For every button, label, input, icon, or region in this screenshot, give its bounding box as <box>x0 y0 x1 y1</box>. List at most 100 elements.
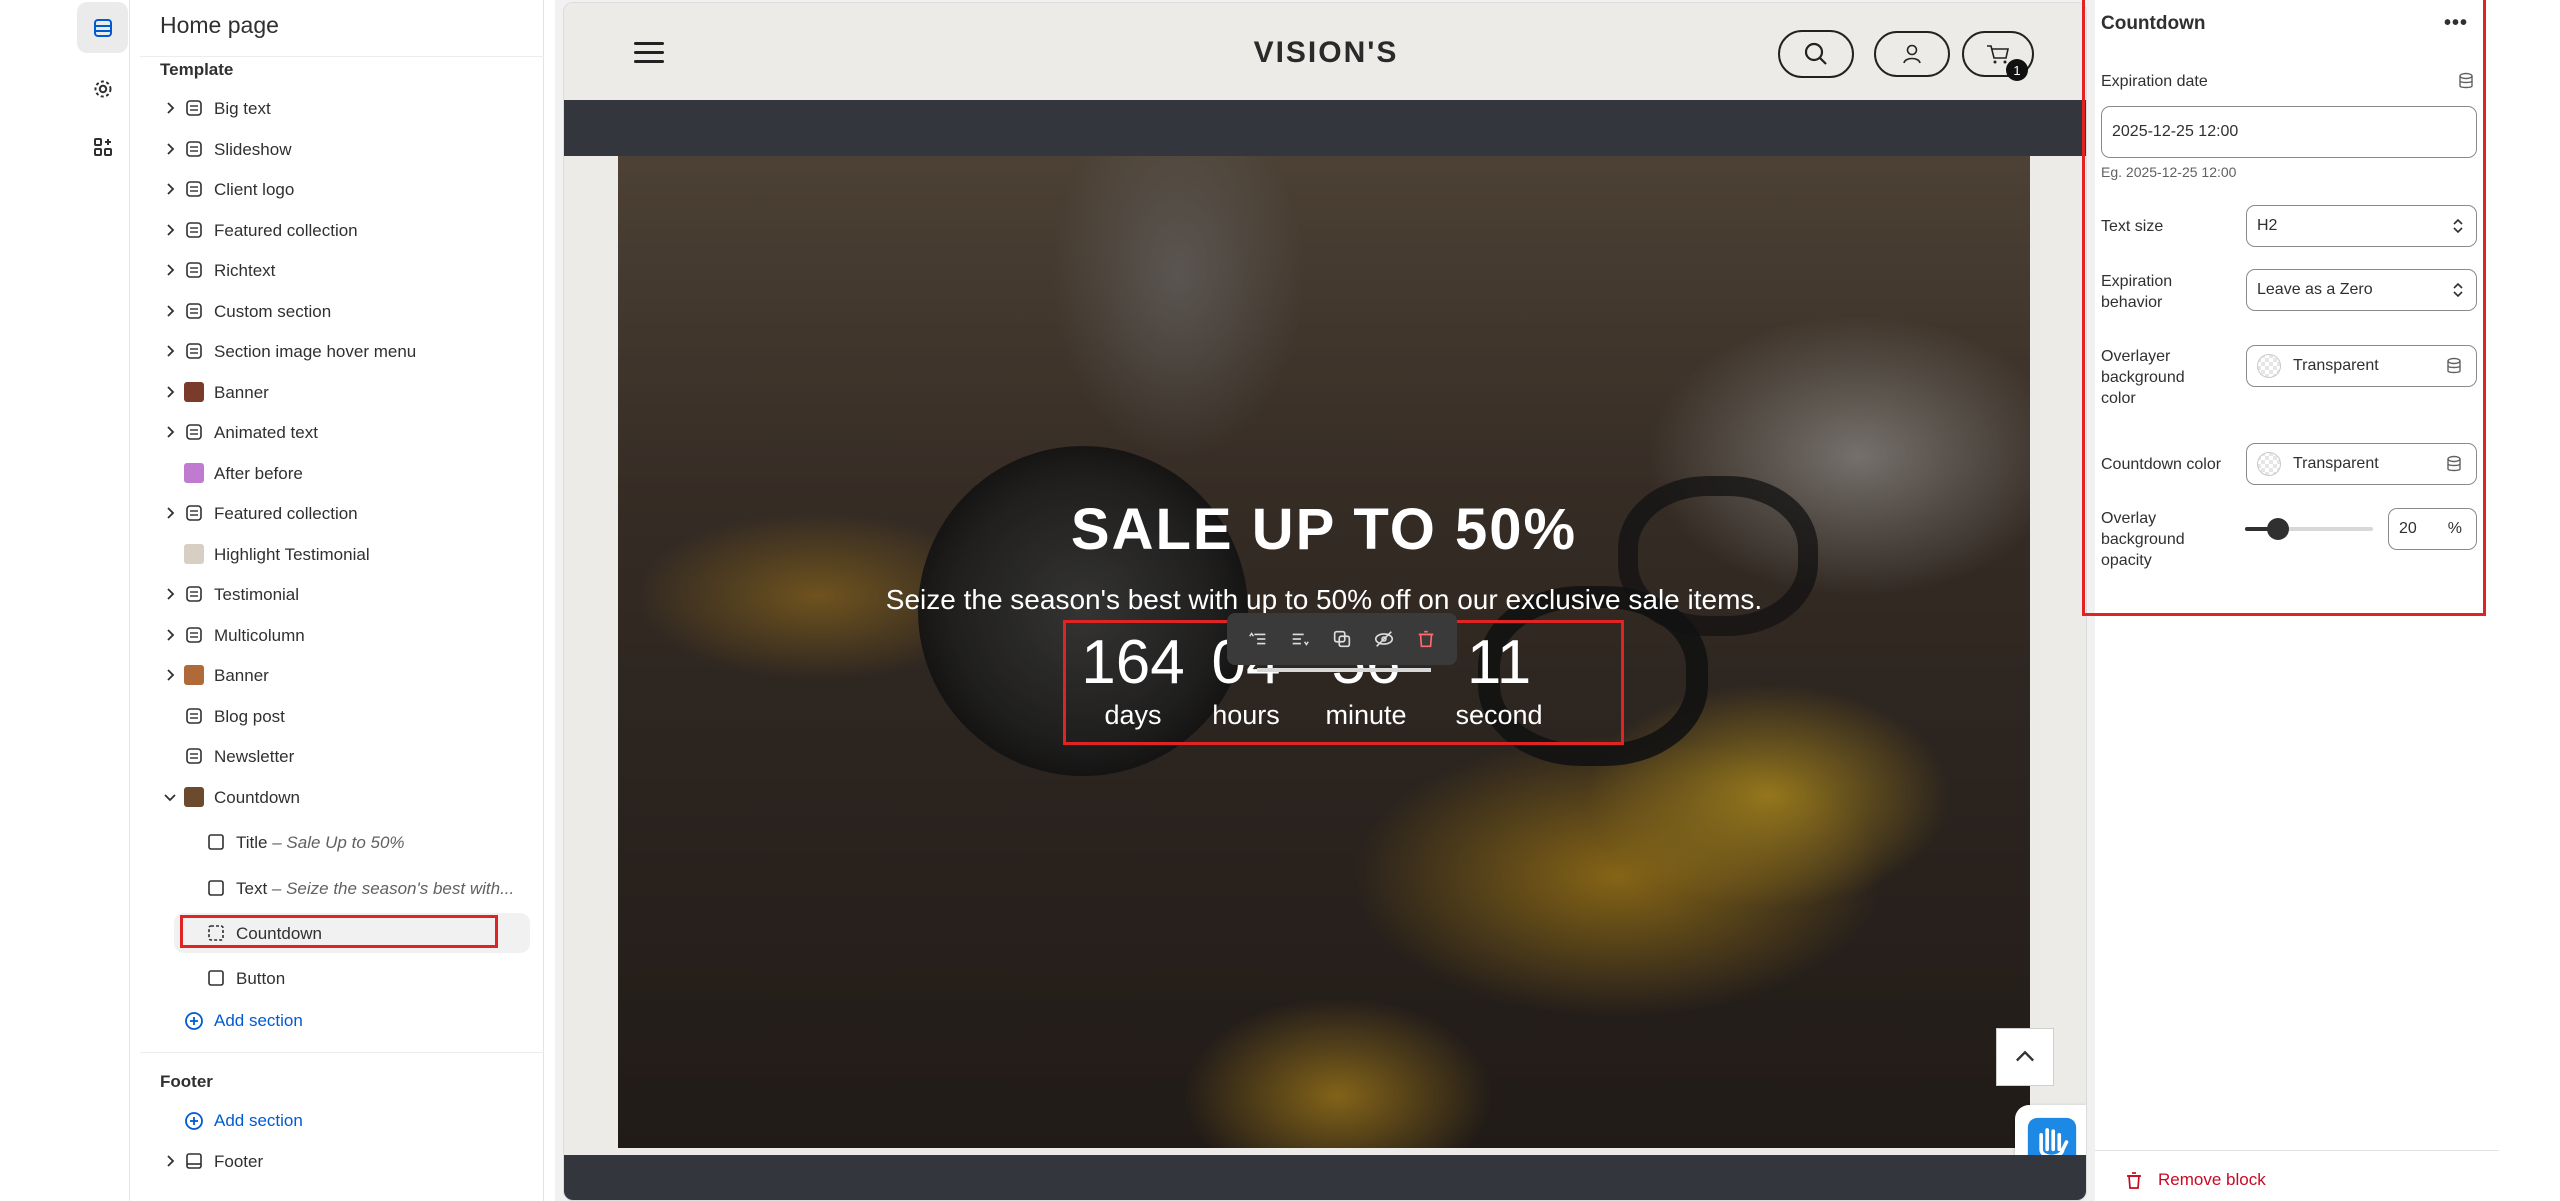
sidebar-item[interactable]: Countdown <box>140 777 530 817</box>
sidebar-item[interactable]: Client logo <box>140 169 530 209</box>
chevron-up-icon <box>2016 1050 2034 1062</box>
sidebar-item[interactable]: Banner <box>140 372 530 412</box>
block-item-summary: – Seize the season's best with... <box>267 879 515 898</box>
sidebar-item-label: Countdown <box>214 787 301 807</box>
user-icon <box>1903 44 1921 64</box>
sidebar-item[interactable]: Multicolumn <box>140 615 530 655</box>
block-item-name: Button <box>236 969 286 988</box>
section-section-icon <box>186 181 202 197</box>
chevron-right-icon[interactable] <box>162 505 178 521</box>
section-section-icon <box>186 626 202 643</box>
hero-text[interactable]: Seize the season's best with up to 50% o… <box>618 584 2030 616</box>
chevron-right-icon[interactable] <box>162 222 178 238</box>
chevron-right-icon[interactable] <box>162 141 178 157</box>
sidebar-item[interactable]: Slideshow <box>140 129 530 169</box>
sidebar-item[interactable]: Richtext <box>140 250 530 290</box>
sidebar-item[interactable]: Testimonial <box>140 574 530 614</box>
sidebar-item-label: Highlight Testimonial <box>214 544 370 564</box>
sidebar-item[interactable]: Animated text <box>140 412 530 452</box>
text-block-icon <box>208 880 224 896</box>
sidebar-item-label: Slideshow <box>214 139 292 159</box>
chevron-right-icon[interactable] <box>162 100 178 116</box>
sidebar-item[interactable]: Blog post <box>140 696 530 736</box>
sections-icon <box>93 18 112 37</box>
sidebar-item-footer[interactable]: Footer <box>140 1141 530 1181</box>
block-item-text[interactable]: Text – Seize the season's best with... <box>140 868 530 908</box>
sidebar-item[interactable]: Big text <box>140 88 530 128</box>
add-section-link[interactable]: Add section <box>184 1006 303 1036</box>
sidebar-item[interactable]: Custom section <box>140 291 530 331</box>
plus-circle-icon <box>185 1112 203 1130</box>
scroll-to-top-button[interactable] <box>1996 1028 2054 1086</box>
block-toolbar <box>1227 613 1457 665</box>
hero-title[interactable]: SALE UP TO 50% <box>618 496 2030 563</box>
sections-sidebar: Home page Template Big text Slideshow Clie… <box>140 0 544 1201</box>
chevron-right-icon[interactable] <box>162 627 178 643</box>
block-item-button[interactable]: Button <box>140 958 530 998</box>
search-button[interactable] <box>1778 30 1854 78</box>
chevron-right-icon[interactable] <box>162 343 178 359</box>
search-icon <box>1804 42 1827 65</box>
chevron-right-icon[interactable] <box>162 303 178 319</box>
announcement-band <box>564 100 2086 156</box>
plus-circle-icon <box>185 1012 203 1030</box>
chevron-right-icon[interactable] <box>162 1153 178 1169</box>
storefront-frame: VISION'S 1 SALE UP TO 50% Seize the seas… <box>563 2 2087 1201</box>
theme-preview: VISION'S 1 SALE UP TO 50% Seize the seas… <box>555 0 2095 1201</box>
footer-heading: Footer <box>160 1072 213 1091</box>
sidebar-item-label: Big text <box>214 99 271 118</box>
cart-count-badge: 1 <box>2006 59 2028 81</box>
sidebar-item-label: Testimonial <box>214 585 300 604</box>
delete-icon[interactable] <box>1414 627 1438 651</box>
block-item-title[interactable]: Title – Sale Up to 50% <box>140 822 530 862</box>
store-logo[interactable]: VISION'S <box>564 36 2086 70</box>
chevron-down-icon[interactable] <box>162 789 178 805</box>
sidebar-item-label: Richtext <box>214 261 276 280</box>
move-up-icon[interactable] <box>1246 627 1270 651</box>
toolbar-underline <box>1257 668 1431 672</box>
footer-section-icon <box>186 1153 202 1169</box>
section-section-icon <box>186 302 202 319</box>
sidebar-item-label: After before <box>214 463 303 483</box>
sidebar-item-label: Featured collection <box>214 504 358 523</box>
theme-settings-button[interactable] <box>77 63 128 114</box>
gear-icon <box>94 80 111 97</box>
sidebar-item[interactable]: After before <box>140 453 530 493</box>
divider <box>140 56 544 57</box>
chevron-right-icon[interactable] <box>162 586 178 602</box>
app-embeds-button[interactable] <box>77 121 128 172</box>
sidebar-item[interactable]: Banner <box>140 655 530 695</box>
block-item-summary: – Sale Up to 50% <box>267 833 405 852</box>
sidebar-item[interactable]: Newsletter <box>140 736 530 776</box>
sidebar-item-label: Featured collection <box>214 220 358 240</box>
sections-nav-button[interactable] <box>77 2 128 53</box>
sidebar-item-label: Banner <box>214 666 269 685</box>
sidebar-item-label: Section image hover menu <box>214 342 417 361</box>
remove-block-button[interactable]: Remove block <box>2124 1170 2266 1190</box>
blog-section-icon <box>186 707 202 724</box>
trash-icon <box>2127 1172 2141 1189</box>
cart-button[interactable]: 1 <box>1962 31 2034 81</box>
sidebar-item[interactable]: Highlight Testimonial <box>140 534 530 574</box>
link-section-icon <box>186 343 202 359</box>
sidebar-item-label: Footer <box>214 1152 264 1171</box>
sidebar-item[interactable]: Section image hover menu <box>140 331 530 371</box>
section-section-icon <box>186 221 202 238</box>
add-section-label: Add section <box>214 1011 303 1030</box>
sidebar-item[interactable]: Featured collection <box>140 493 530 533</box>
chevron-right-icon[interactable] <box>162 181 178 197</box>
hide-icon[interactable] <box>1372 627 1396 651</box>
sidebar-item[interactable]: Featured collection <box>140 210 530 250</box>
chevron-right-icon[interactable] <box>162 262 178 278</box>
section-thumbnail-icon <box>184 543 204 564</box>
chevron-right-icon[interactable] <box>162 424 178 440</box>
duplicate-icon[interactable] <box>1330 627 1354 651</box>
chevron-right-icon[interactable] <box>162 667 178 683</box>
section-thumbnail-icon <box>184 786 204 807</box>
slides-section-icon <box>186 140 202 157</box>
icon-rail <box>75 0 130 1201</box>
account-button[interactable] <box>1874 31 1950 77</box>
footer-add-section-link[interactable]: Add section <box>184 1106 303 1136</box>
chevron-right-icon[interactable] <box>162 384 178 400</box>
move-down-icon[interactable] <box>1288 627 1312 651</box>
